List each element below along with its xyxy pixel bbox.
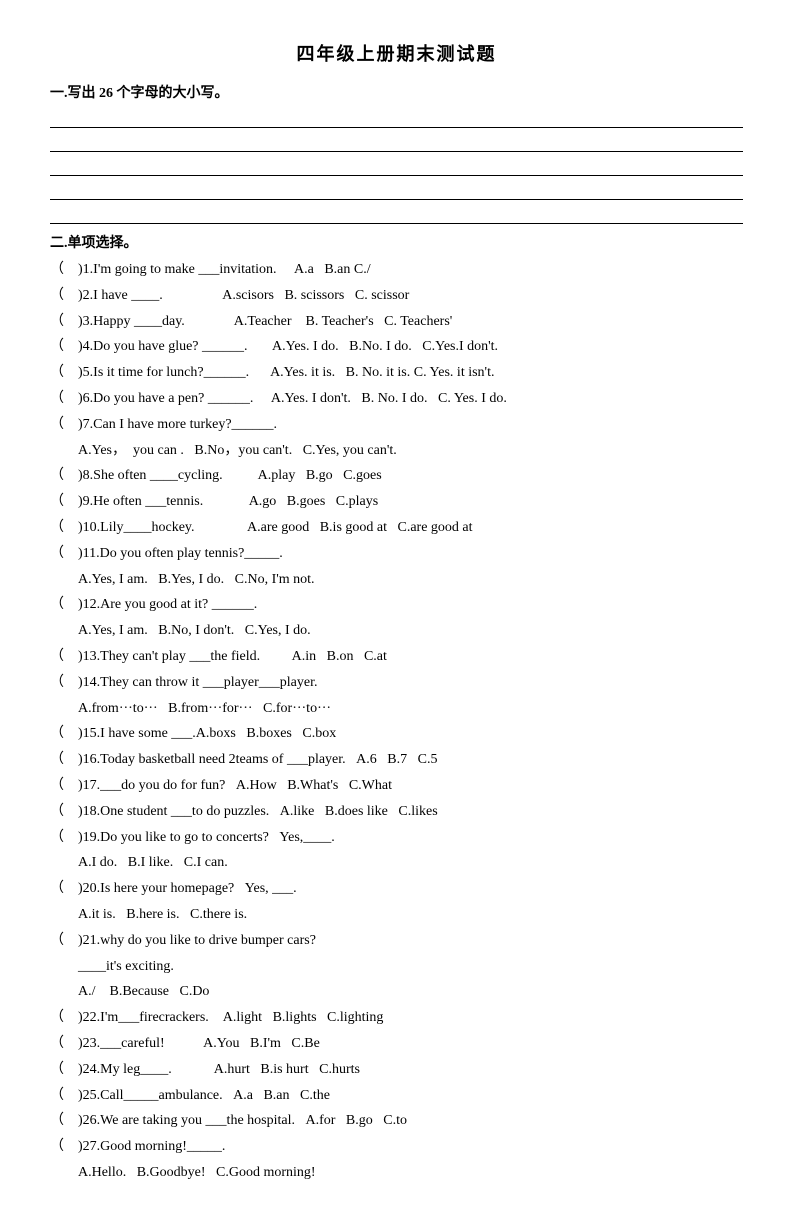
q9: （ )9.He often ___tennis. A.go B.goes C.p… xyxy=(50,490,743,514)
q6: （ )6.Do you have a pen? ______. A.Yes. I… xyxy=(50,387,743,411)
q3: （ )3.Happy ____day. A.Teacher B. Teacher… xyxy=(50,310,743,334)
q22: （ )22.I'm___firecrackers. A.light B.ligh… xyxy=(50,1006,743,1030)
q24: （ )24.My leg____. A.hurt B.is hurt C.hur… xyxy=(50,1058,743,1082)
q13: （ )13.They can't play ___the field. A.in… xyxy=(50,645,743,669)
q21-sub: ____it's exciting. xyxy=(50,955,743,979)
section1-header: 一.写出 26 个字母的大小写。 xyxy=(50,82,743,102)
q27: （ )27.Good morning!_____. xyxy=(50,1135,743,1159)
section2-header: 二.单项选择。 xyxy=(50,232,743,252)
q12: （ )12.Are you good at it? ______. xyxy=(50,593,743,617)
writing-line-1 xyxy=(50,106,743,128)
q14-options: A.from···to··· B.from···for··· C.for···t… xyxy=(50,697,743,721)
q5: （ )5.Is it time for lunch?______. A.Yes.… xyxy=(50,361,743,385)
q15: （ )15.I have some ___.A.boxs B.boxes C.b… xyxy=(50,722,743,746)
q27-options: A.Hello. B.Goodbye! C.Good morning! xyxy=(50,1161,743,1185)
q12-options: A.Yes, I am. B.No, I don't. C.Yes, I do. xyxy=(50,619,743,643)
q20: （ )20.Is here your homepage? Yes, ___. xyxy=(50,877,743,901)
writing-lines-area xyxy=(50,106,743,224)
q2: （ )2.I have ____. A.scisors B. scissors … xyxy=(50,284,743,308)
q17: （ )17.___do you do for fun? A.How B.What… xyxy=(50,774,743,798)
writing-line-5 xyxy=(50,202,743,224)
page-title: 四年级上册期末测试题 xyxy=(50,40,743,66)
writing-line-3 xyxy=(50,154,743,176)
q14: （ )14.They can throw it ___player___play… xyxy=(50,671,743,695)
q16: （ )16.Today basketball need 2teams of __… xyxy=(50,748,743,772)
q23: （ )23.___careful! A.You B.I'm C.Be xyxy=(50,1032,743,1056)
q11-options: A.Yes, I am. B.Yes, I do. C.No, I'm not. xyxy=(50,568,743,592)
q21: （ )21.why do you like to drive bumper ca… xyxy=(50,929,743,953)
q21-options: A./ B.Because C.Do xyxy=(50,980,743,1004)
q1: （ )1.I'm going to make ___invitation. A.… xyxy=(50,258,743,282)
q4: （ )4.Do you have glue? ______. A.Yes. I … xyxy=(50,335,743,359)
q7: （ )7.Can I have more turkey?______. xyxy=(50,413,743,437)
q26: （ )26.We are taking you ___the hospital.… xyxy=(50,1109,743,1133)
q11: （ )11.Do you often play tennis?_____. xyxy=(50,542,743,566)
q7-options: A.Yes， you can . B.No，you can't. C.Yes, … xyxy=(50,439,743,463)
q18: （ )18.One student ___to do puzzles. A.li… xyxy=(50,800,743,824)
q8: （ )8.She often ____cycling. A.play B.go … xyxy=(50,464,743,488)
q25: （ )25.Call_____ambulance. A.a B.an C.the xyxy=(50,1084,743,1108)
questions-list: （ )1.I'm going to make ___invitation. A.… xyxy=(50,258,743,1185)
q19: （ )19.Do you like to go to concerts? Yes… xyxy=(50,826,743,850)
writing-line-2 xyxy=(50,130,743,152)
writing-line-4 xyxy=(50,178,743,200)
q10: （ )10.Lily____hockey. A.are good B.is go… xyxy=(50,516,743,540)
q20-options: A.it is. B.here is. C.there is. xyxy=(50,903,743,927)
q19-options: A.I do. B.I like. C.I can. xyxy=(50,851,743,875)
